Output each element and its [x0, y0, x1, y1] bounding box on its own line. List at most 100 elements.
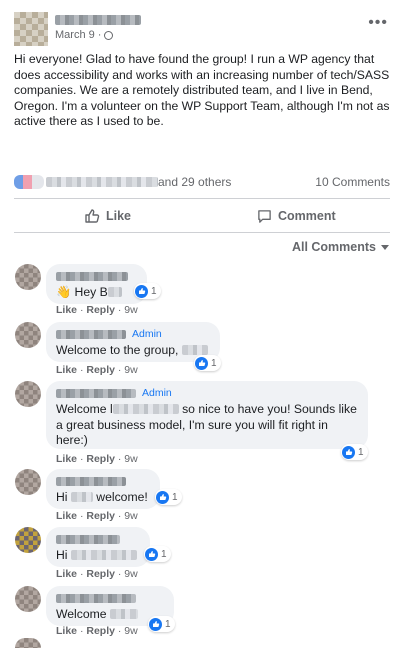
caret-down-icon: [381, 245, 389, 250]
comment-like-link[interactable]: Like: [56, 510, 77, 522]
reactor-names-redacted[interactable]: [46, 177, 158, 187]
comment-text-start: Hi: [56, 490, 68, 504]
redacted-text: [109, 609, 138, 619]
comment-time[interactable]: 9w: [124, 568, 137, 580]
comment-reaction-count[interactable]: 1: [341, 444, 368, 460]
commenter-name-redacted[interactable]: [56, 593, 136, 603]
thumbs-up-icon: [84, 208, 100, 224]
comment-time[interactable]: 9w: [124, 304, 137, 316]
separator: ·: [117, 625, 122, 637]
post-body: Hi everyone! Glad to have found the grou…: [14, 52, 390, 128]
commenter-name-redacted[interactable]: [56, 271, 128, 281]
commenter-name-redacted[interactable]: [56, 329, 126, 339]
separator: ·: [117, 510, 122, 522]
comment-reaction-count[interactable]: 1: [194, 355, 221, 371]
comment-reply-link[interactable]: Reply: [86, 568, 115, 580]
comment-actions: Like · Reply · 9w: [56, 568, 138, 580]
comment-reply-link[interactable]: Reply: [86, 625, 115, 637]
comment-reaction-count[interactable]: 1: [144, 546, 171, 562]
comments-count[interactable]: 10 Comments: [315, 175, 390, 189]
like-badge-icon: [342, 445, 355, 459]
redacted-text: [112, 404, 179, 414]
commenter-name-redacted[interactable]: [56, 388, 136, 398]
comment-like-link[interactable]: Like: [56, 304, 77, 316]
comment-time[interactable]: 9w: [124, 453, 137, 465]
like-badge-icon: [195, 356, 208, 370]
post-header: March 9 · •••: [14, 12, 394, 48]
comment-label: Comment: [278, 209, 336, 223]
redacted-text: [70, 492, 93, 502]
admin-badge[interactable]: Admin: [132, 328, 162, 340]
like-label: Like: [106, 209, 132, 223]
commenter-avatar[interactable]: [15, 586, 41, 612]
comment-reply-link[interactable]: Reply: [86, 364, 115, 376]
commenter-avatar[interactable]: [15, 469, 41, 495]
comment-time[interactable]: 9w: [124, 510, 137, 522]
reaction-others[interactable]: and 29 others: [158, 175, 231, 189]
commenter-avatar[interactable]: [15, 322, 41, 348]
comment-text-start: Welcome l: [56, 402, 113, 416]
like-button[interactable]: Like: [84, 204, 131, 228]
comment-like-link[interactable]: Like: [56, 568, 77, 580]
comment-reply-link[interactable]: Reply: [86, 453, 115, 465]
comment-like-link[interactable]: Like: [56, 453, 77, 465]
commenter-avatar[interactable]: [15, 527, 41, 553]
comment-text: 👋 Hey B: [56, 285, 137, 301]
commenter-avatar[interactable]: [15, 638, 41, 648]
post-date[interactable]: March 9: [55, 29, 95, 41]
comment-reaction-count[interactable]: 1: [155, 489, 182, 505]
separator: ·: [79, 453, 84, 465]
more-horizontal-icon[interactable]: •••: [368, 15, 388, 31]
comment-reaction-count[interactable]: 1: [148, 616, 175, 632]
separator: ·: [117, 304, 122, 316]
separator: ·: [117, 453, 122, 465]
like-count: 1: [358, 446, 364, 458]
comment-text: Welcome l so nice to have you! Sounds li…: [56, 402, 358, 449]
comment-bubble: 👋 Hey B: [46, 264, 147, 304]
divider: [14, 198, 390, 199]
author-avatar[interactable]: [14, 12, 48, 46]
separator: ·: [117, 364, 122, 376]
like-badge-icon: [156, 490, 169, 504]
admin-badge[interactable]: Admin: [142, 387, 172, 399]
comment-icon: [257, 209, 272, 224]
comment-like-link[interactable]: Like: [56, 364, 77, 376]
separator: ·: [79, 510, 84, 522]
separator: ·: [79, 568, 84, 580]
separator: ·: [79, 364, 84, 376]
like-badge-icon: [149, 617, 162, 631]
author-name-redacted[interactable]: [55, 15, 141, 25]
comment-reply-link[interactable]: Reply: [86, 510, 115, 522]
separator: ·: [79, 304, 84, 316]
like-badge-icon: [135, 284, 148, 298]
comment-time[interactable]: 9w: [124, 625, 137, 637]
comment-time[interactable]: 9w: [124, 364, 137, 376]
comment-text-start: 👋 Hey B: [56, 285, 108, 299]
comment-like-link[interactable]: Like: [56, 625, 77, 637]
comment-text: Hi welcome!: [56, 490, 150, 506]
comment-button[interactable]: Comment: [257, 204, 336, 228]
comment-reaction-count[interactable]: 1: [134, 283, 161, 299]
comment-text-start: Hi: [56, 548, 68, 562]
reactions-summary[interactable]: and 29 others 10 Comments: [14, 173, 390, 191]
comment-bubble: Hi: [46, 527, 150, 567]
reaction-icons[interactable]: [14, 175, 44, 189]
comment-text-start: Welcome to the group,: [56, 343, 179, 357]
comment-filter-dropdown[interactable]: All Comments: [292, 240, 389, 254]
redacted-text: [181, 345, 208, 355]
like-count: 1: [172, 491, 178, 503]
commenter-name-redacted[interactable]: [56, 476, 126, 486]
comment-bubble: Admin Welcome to the group,: [46, 322, 220, 362]
commenter-name-redacted[interactable]: [56, 534, 120, 544]
separator: ·: [117, 568, 122, 580]
divider: [14, 232, 390, 233]
commenter-avatar[interactable]: [15, 264, 41, 290]
commenter-avatar[interactable]: [15, 381, 41, 407]
meta-separator: ·: [97, 29, 102, 41]
comment-text: Hi: [56, 548, 140, 564]
comment-actions: Like · Reply · 9w: [56, 364, 138, 376]
like-badge-icon: [145, 547, 158, 561]
comment-reply-link[interactable]: Reply: [86, 304, 115, 316]
like-count: 1: [211, 357, 217, 369]
comment-actions: Like · Reply · 9w: [56, 304, 138, 316]
